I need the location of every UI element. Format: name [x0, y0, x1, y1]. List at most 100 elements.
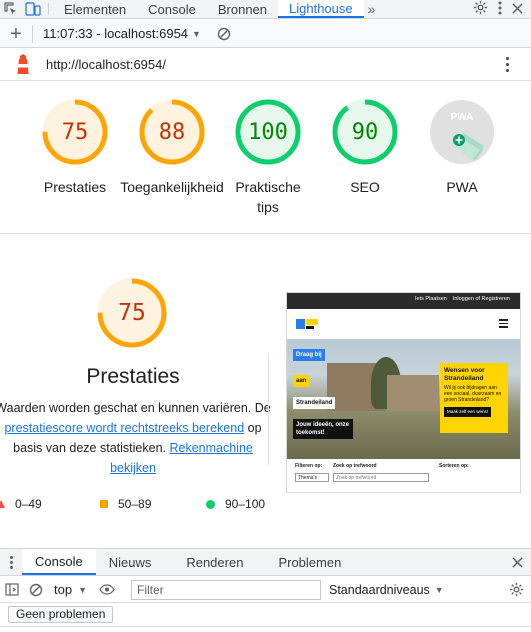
close-devtools-icon[interactable] — [512, 2, 523, 17]
drawer-tab-nieuws[interactable]: Nieuws — [96, 549, 165, 575]
drawer-tab-renderen[interactable]: Renderen — [164, 549, 256, 575]
filter-select: Thema's — [295, 473, 329, 482]
new-report-button[interactable]: + — [0, 24, 32, 44]
console-settings-gear-icon[interactable] — [509, 582, 524, 597]
more-options-icon[interactable] — [498, 1, 502, 18]
chevron-down-icon: ▼ — [192, 28, 201, 39]
big-gauge-performance: 75 — [96, 277, 168, 349]
report-url: http://localhost:6954/ — [46, 57, 166, 72]
inspect-element-icon[interactable] — [0, 0, 22, 18]
filter-label: Filteren op: — [295, 463, 323, 469]
hero-tag: Jouw ideeën, onze toekomst! — [293, 419, 353, 439]
lighthouse-toolbar: + 11:07:33 - localhost:6954 ▼ — [0, 20, 531, 48]
gauge-best-practices[interactable]: 100 Praktische tips — [218, 98, 318, 217]
console-toolbar: top ▼ Filter Standaardniveaus ▼ — [0, 577, 531, 603]
hero-card-title: Wensen voor Strandeiland — [444, 367, 485, 382]
more-tabs-button[interactable]: » — [364, 0, 380, 18]
hamburger-menu-icon — [499, 319, 508, 328]
sidebar-toggle-icon[interactable] — [0, 583, 24, 596]
final-screenshot[interactable]: Iets Plaatsen Inloggen of Registreren Dr… — [286, 292, 521, 493]
average-square-icon — [100, 500, 108, 508]
hero-tag: Draag bij — [293, 349, 325, 361]
chevron-down-icon: ▼ — [434, 584, 444, 595]
description-text: Waarden worden geschat en kunnen variëre… — [0, 401, 271, 415]
site-logo-icon — [296, 319, 318, 329]
divider — [32, 24, 33, 43]
drawer-tab-console[interactable]: Console — [22, 549, 96, 575]
tab-console[interactable]: Console — [137, 0, 207, 18]
site-link: Inloggen of Registreren — [452, 296, 510, 302]
site-filter-bar: Filteren op: Zoek op trefwoord Sorteren … — [287, 459, 520, 492]
settings-gear-icon[interactable] — [473, 0, 488, 18]
hero-tag: aan — [293, 375, 310, 387]
gauge-label: SEO — [350, 179, 380, 195]
report-menu-icon[interactable] — [497, 57, 517, 72]
legend-pass: 90–100 — [206, 497, 265, 511]
devtools-tab-bar: Elementen Console Bronnen Lighthouse » — [0, 0, 531, 19]
hero-card-button: Maak zelf een wens! — [444, 407, 492, 417]
console-filter-input[interactable]: Filter — [131, 579, 321, 600]
drawer-tab-problemen[interactable]: Problemen — [256, 549, 354, 575]
report-url-bar: http://localhost:6954/ — [0, 49, 531, 81]
no-issues-button[interactable]: Geen problemen — [8, 606, 114, 623]
legend-label: 0–49 — [15, 497, 42, 511]
report-selector-label: 11:07:33 - localhost:6954 — [43, 26, 189, 41]
site-hero: Draag bij aan Strandeiland Jouw ideeën, … — [287, 339, 520, 459]
fail-triangle-icon — [0, 500, 5, 508]
gauge-accessibility[interactable]: 88 Toegankelijkheid — [120, 98, 224, 197]
log-levels-dropdown[interactable]: Standaardniveaus ▼ — [329, 583, 444, 597]
tab-lighthouse[interactable]: Lighthouse — [278, 0, 364, 18]
gauge-label: Toegankelijkheid — [120, 179, 224, 195]
score-gauges: 75 Prestaties 88 Toegankelijkheid 100 Pr… — [0, 82, 531, 234]
gauge-score: 100 — [248, 119, 288, 145]
live-expression-eye-icon[interactable] — [95, 584, 119, 595]
pwa-badge-icon: PWA — [430, 100, 494, 164]
search-label: Zoek op trefwoord — [333, 463, 377, 469]
pass-circle-icon — [206, 499, 215, 509]
context-value: top — [54, 582, 73, 597]
gauge-seo[interactable]: 90 SEO — [315, 98, 415, 197]
big-gauge-score: 75 — [118, 300, 146, 326]
log-levels-value: Standaardniveaus — [329, 582, 430, 597]
gauge-label: Prestaties — [43, 179, 107, 195]
score-legend: 0–49 50–89 90–100 — [0, 497, 290, 513]
category-title: Prestaties — [86, 365, 180, 388]
score-calculation-link[interactable]: prestatiescore wordt rechtstreeks bereke… — [4, 421, 244, 435]
lighthouse-logo-icon — [0, 53, 46, 76]
gauge-label: Praktische tips — [235, 179, 301, 215]
tab-bronnen[interactable]: Bronnen — [207, 0, 278, 18]
filter-placeholder: Filter — [137, 582, 164, 597]
site-topbar: Iets Plaatsen Inloggen of Registreren — [287, 293, 520, 309]
legend-fail: 0–49 — [0, 497, 42, 511]
drawer-menu-icon[interactable] — [0, 549, 22, 575]
clear-console-icon[interactable] — [24, 583, 48, 597]
clear-all-icon[interactable] — [217, 27, 231, 41]
legend-label: 50–89 — [118, 497, 152, 511]
hero-card-text: Wil jij ook bijdragen aan een sociaal, d… — [444, 385, 502, 403]
site-link: Iets Plaatsen — [415, 296, 447, 302]
hero-card: Wensen voor Strandeiland Wil jij ook bij… — [440, 363, 508, 433]
console-body — [0, 626, 531, 632]
divider — [48, 3, 49, 15]
report-selector[interactable]: 11:07:33 - localhost:6954 ▼ — [43, 26, 201, 41]
search-field: Zoek op trefwoord — [333, 473, 429, 482]
category-description: Waarden worden geschat en kunnen variëre… — [0, 398, 274, 478]
hero-tag: Strandeiland — [293, 397, 336, 409]
gauge-score: 75 — [61, 119, 89, 145]
gauge-score: 88 — [158, 119, 186, 145]
category-performance-detail: 75 Prestaties Waarden worden geschat en … — [0, 235, 531, 546]
legend-label: 90–100 — [225, 497, 266, 511]
sort-label: Sorteren op: — [439, 463, 469, 469]
context-selector[interactable]: top ▼ — [54, 582, 87, 597]
gauge-score: 90 — [351, 119, 379, 145]
legend-average: 50–89 — [100, 497, 151, 511]
gauge-label: PWA — [446, 179, 478, 195]
site-header — [287, 309, 520, 339]
gauge-pwa[interactable]: PWA PWA — [412, 98, 512, 197]
close-drawer-icon[interactable] — [503, 549, 531, 575]
device-toolbar-icon[interactable] — [22, 0, 44, 18]
gauge-performance[interactable]: 75 Prestaties — [25, 98, 125, 197]
tab-elementen[interactable]: Elementen — [53, 0, 137, 18]
divider — [268, 353, 269, 465]
drawer-tab-bar: Console Nieuws Renderen Problemen — [0, 548, 531, 576]
